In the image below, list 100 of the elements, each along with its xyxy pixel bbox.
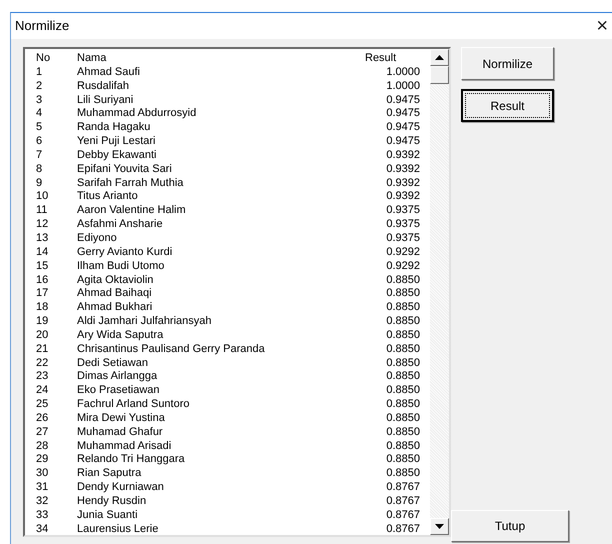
list-cell-text: 0.8767 [385,508,421,523]
list-cell-text: 0.8767 [385,522,421,537]
list-cell-text: 31 [35,481,50,495]
list-cell-text: 13 [35,232,50,246]
list-cell-text: 0.9392 [385,190,421,204]
list-cell-text: 0.9375 [385,204,421,218]
list-cell-text: 0.9392 [385,148,421,163]
list-cell-text: Mira Dewi Yustina [77,412,166,426]
list-cell-text: 1 [35,66,44,80]
list-cell-text: 0.8850 [385,274,421,288]
list-cell-text: Aldi Jamhari Julfahriansyah [77,315,213,329]
list-cell-text: 0.8767 [385,495,421,509]
list-cell-text: 16 [35,274,50,288]
list-cell-text: Fachrul Arland Suntoro [77,398,191,412]
list-cell-text: 0.9475 [385,94,421,108]
list-cell-text: 0.8850 [385,342,421,357]
list-cell-text: Ahmad Baihaqi [77,287,153,302]
list-cell-text: 34 [35,522,50,537]
list-cell-text: Ary Wida Saputra [77,328,164,343]
list-cell-text: 20 [35,328,50,343]
list-cell-text: 7 [35,148,44,163]
list-cell-text: Titus Arianto [77,190,139,204]
column-header: Result [364,52,398,66]
list-cell-text: 4 [35,107,44,122]
normilize-button[interactable]: Normilize [461,47,554,80]
list-cell-text: Rusdalifah [77,80,130,94]
list-cell-text: Debby Ekawanti [77,148,158,163]
window-title: Normilize [15,17,70,36]
list-cell-text: 24 [35,384,50,398]
list-cell-text: 26 [35,412,50,426]
list-cell-text: 0.9475 [385,121,421,136]
scroll-up-icon[interactable] [430,49,449,66]
list-cell-text: 11 [35,204,48,218]
result-button[interactable]: Result [461,89,554,122]
column-header: Nama [77,52,108,66]
close-button[interactable]: × [592,16,612,36]
list-cell-text: 0.8850 [385,356,421,370]
list-cell-text: 0.8850 [385,301,421,316]
list-cell-text: Laurensius Lerie [77,522,160,537]
list-cell-text: 5 [35,121,44,136]
list-cell-text: 0.8850 [385,440,421,454]
list-cell-text: Ahmad Bukhari [77,301,154,316]
list-cell-text: Dedi Setiawan [77,356,149,370]
list-cell-text: 27 [35,426,50,440]
list-cell-text: 29 [35,453,50,468]
list-cell-text: Dendy Kurniawan [77,481,165,495]
list-cell-text: Asfahmi Ansharie [77,218,164,232]
list-cell-text: 6 [35,135,44,149]
list-cell-text: 17 [35,287,50,302]
list-cell-text: 22 [35,356,50,370]
list-cell-text: Relando Tri Hanggara [77,453,186,468]
list-cell-text: Muhammad Arisadi [77,440,172,454]
list-cell-text: Muhamad Ghafur [77,426,164,440]
list-cell-text: Chrisantinus Paulisand Gerry Paranda [77,342,266,357]
list-cell-text: Aaron Valentine Halim [77,204,187,218]
list-cell-text: Epifani Youvita Sari [77,162,173,177]
list-cell-text: 0.9392 [385,176,421,190]
list-cell-text: 0.8850 [385,426,421,440]
list-cell-text: 21 [35,342,50,357]
list-cell-text: 0.8850 [385,453,421,468]
list-cell-text: 19 [35,315,50,329]
scrollbar[interactable] [430,49,449,535]
list-cell-text: 0.8850 [385,384,421,398]
list-cell-text: 0.8850 [385,315,421,329]
list-cell-text: 0.9392 [385,162,421,177]
list-cell-text: 32 [35,495,50,509]
list-cell-text: 0.8850 [385,398,421,412]
list-cell-text: Eko Prasetiawan [77,384,161,398]
list-cell-text: 23 [35,370,50,384]
list-cell-text: 0.9375 [385,218,421,232]
list-cell-text: 0.8850 [385,412,421,426]
close-dialog-button[interactable]: Tutup [451,510,569,542]
scroll-down-icon[interactable] [430,518,449,535]
list-cell-text: 2 [35,80,44,94]
list-cell-text: Rian Saputra [77,467,142,482]
list-cell-text: 0.8850 [385,287,421,302]
list-cell-text: 0.9292 [385,260,421,274]
list-cell-text: 14 [35,246,50,260]
list-cell-text: Yeni Puji Lestari [77,135,156,149]
list-cell-text: 12 [35,218,50,232]
list-cell-text: 9 [35,176,44,190]
list-cell-text: 18 [35,301,50,316]
list-cell-text: 0.9475 [385,135,421,149]
list-cell-text: 0.9375 [385,232,421,246]
list-cell-text: 15 [35,260,50,274]
list-cell-text: Hendy Rusdin [77,495,148,509]
list-cell-text: 25 [35,398,50,412]
scroll-thumb[interactable] [430,66,449,84]
list-cell-text: 0.9292 [385,246,421,260]
list-cell-text: Ediyono [77,232,118,246]
column-header: No [35,52,52,66]
list-cell-text: Junia Suanti [77,508,139,523]
list-cell-text: 33 [35,508,50,523]
list-cell-text: 0.8850 [385,370,421,384]
list-cell-text: 0.8850 [385,467,421,482]
list-cell-text: 0.9475 [385,107,421,122]
list-cell-text: 1.0000 [385,66,421,80]
list-cell-text: Ilham Budi Utomo [77,260,166,274]
list-cell-text: 10 [35,190,50,204]
list-cell-text: Randa Hagaku [77,121,152,136]
